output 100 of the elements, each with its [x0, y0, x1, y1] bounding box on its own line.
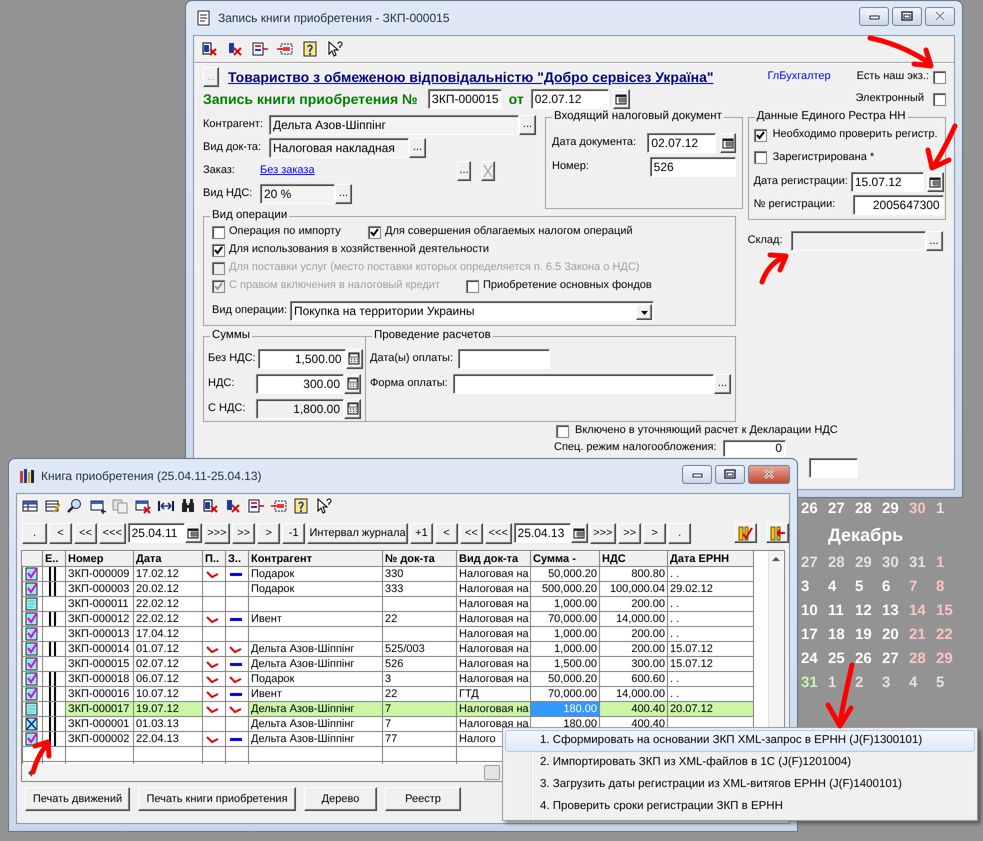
input-field[interactable]: ЗКП-000015 — [428, 89, 502, 109]
input-field[interactable]: 2005647300 — [853, 195, 944, 215]
calendar-button[interactable] — [927, 172, 944, 192]
close-button[interactable] — [925, 7, 955, 26]
operation-select[interactable]: Покупка на территории Украины — [290, 301, 654, 321]
input-field[interactable]: 1,500.00 — [258, 348, 346, 368]
clear-button[interactable] — [481, 160, 495, 180]
add-row-icon[interactable] — [90, 498, 106, 514]
nav-button[interactable]: > — [257, 522, 280, 544]
minimize-button[interactable] — [859, 7, 889, 26]
nav-button[interactable]: < — [49, 522, 72, 544]
maximize-button[interactable] — [715, 465, 745, 484]
column-header[interactable]: № док-та — [382, 552, 456, 566]
checkbox[interactable] — [933, 92, 946, 106]
binoculars-icon[interactable] — [180, 498, 196, 514]
menu-item[interactable]: 1. Сформировать на основании ЗКП XML-запрос в ЕРНН (J(F)1300101) — [505, 730, 975, 752]
document-icon[interactable] — [227, 41, 243, 57]
nav-button[interactable]: >> — [618, 522, 642, 544]
column-header[interactable]: НДС — [600, 552, 668, 566]
checkbox[interactable] — [933, 70, 946, 84]
menu-item[interactable]: 4. Проверить сроки регистрации ЗКП в ЕРНН — [505, 796, 975, 818]
menu-item[interactable]: 3. Загрузить даты регистрации из XML-витягов ЕРНН (J(F)1400101) — [505, 774, 975, 796]
calculator-button[interactable] — [346, 348, 363, 368]
document-icon[interactable] — [202, 498, 219, 514]
nav-button[interactable]: >>> — [590, 522, 616, 544]
checkbox[interactable] — [556, 424, 569, 438]
grid-icon[interactable] — [22, 498, 38, 514]
edit-icon[interactable] — [44, 498, 61, 514]
tool-button[interactable] — [734, 523, 757, 543]
nav-button[interactable]: <<< — [99, 522, 126, 544]
tool-button[interactable] — [766, 523, 789, 543]
calendar-button[interactable] — [184, 523, 202, 543]
table-icon[interactable] — [270, 498, 287, 514]
column-header[interactable]: Контрагент — [248, 552, 382, 566]
checkbox[interactable] — [466, 280, 479, 292]
column-header[interactable]: Сумма - — [530, 552, 600, 566]
lookup-button[interactable]: ... — [409, 138, 426, 158]
column-header[interactable]: П.. — [202, 552, 226, 566]
input-field[interactable]: 0 — [723, 440, 786, 456]
column-header[interactable]: Е.. — [42, 552, 66, 566]
calculator-button[interactable] — [344, 398, 361, 418]
input-field[interactable]: 526 — [650, 157, 736, 177]
nav-button[interactable]: > — [643, 522, 666, 544]
column-header[interactable]: Дата ЕРНН — [668, 552, 754, 566]
company-link[interactable]: Товариство з обмеженою відповідальністю "Добро сервісез Україна" — [228, 68, 714, 86]
nav-button[interactable]: << — [74, 522, 97, 544]
calendar-button[interactable] — [612, 89, 630, 109]
input-field[interactable]: Дельта Азов-Шіппінг — [269, 114, 519, 134]
column-header[interactable]: З.. — [226, 552, 248, 566]
role-link[interactable]: ГлБухгалтер — [767, 70, 831, 84]
column-header[interactable]: Номер — [66, 552, 134, 566]
action-button[interactable]: Печать книги приобретения — [138, 787, 296, 811]
calendar-button[interactable] — [720, 133, 736, 153]
nav-button[interactable]: . — [668, 522, 692, 544]
nav-button[interactable]: -1 — [282, 522, 306, 544]
action-button[interactable]: Дерево — [304, 787, 377, 811]
input-field[interactable]: 02.07.12 — [530, 89, 609, 109]
nav-button[interactable]: Интервал журнала — [307, 522, 408, 544]
calendar-button[interactable] — [570, 523, 588, 543]
nav-button[interactable]: >>> — [204, 522, 230, 544]
input-field[interactable]: 15.07.12 — [850, 172, 924, 192]
checkbox[interactable] — [212, 226, 225, 238]
input-field[interactable]: 20 % — [260, 184, 335, 204]
checkbox[interactable] — [212, 244, 225, 256]
checkbox[interactable] — [754, 151, 767, 164]
action-button[interactable]: Реестр — [385, 787, 461, 811]
checkbox[interactable] — [754, 128, 767, 142]
table-icon[interactable] — [277, 41, 293, 57]
maximize-button[interactable] — [892, 7, 922, 26]
lookup-button[interactable]: ... — [714, 374, 731, 394]
nav-button[interactable]: << — [460, 522, 483, 544]
delete-icon[interactable] — [134, 498, 151, 514]
input-field[interactable]: 25.04.11 — [128, 523, 185, 543]
input-field[interactable] — [809, 458, 858, 478]
input-field[interactable] — [453, 374, 714, 394]
lookup-button[interactable]: ... — [335, 184, 352, 204]
table-icon[interactable] — [248, 498, 264, 514]
calculator-button[interactable] — [344, 374, 361, 394]
nav-button[interactable]: <<< — [484, 522, 512, 544]
table-icon[interactable] — [252, 41, 268, 57]
nav-button[interactable]: >> — [232, 522, 256, 544]
document-icon[interactable] — [202, 41, 218, 57]
help-icon[interactable] — [302, 41, 318, 57]
input-field[interactable]: 300.00 — [256, 374, 344, 394]
input-field[interactable] — [458, 348, 550, 368]
close-button[interactable] — [748, 465, 790, 484]
action-button[interactable]: Печать движений — [25, 787, 130, 811]
search-icon[interactable] — [67, 498, 84, 514]
column-header[interactable]: Вид док-та — [456, 552, 530, 566]
nav-button[interactable]: . — [22, 522, 47, 544]
lookup-button[interactable]: ... — [519, 114, 536, 134]
pointer-help-icon[interactable] — [327, 41, 343, 57]
nav-button[interactable]: +1 — [410, 522, 433, 544]
lookup-button[interactable]: ... — [457, 160, 471, 180]
menu-item[interactable]: 2. Импортировать ЗКП из XML-файлов в 1С (J(F)1201004) — [505, 752, 975, 774]
input-field[interactable]: 25.04.13 — [514, 523, 571, 543]
nav-button[interactable]: < — [434, 522, 458, 544]
order-link[interactable]: Без заказа — [260, 164, 315, 178]
column-header[interactable]: Дата — [134, 552, 202, 566]
input-field[interactable]: Налоговая накладная — [269, 138, 409, 158]
